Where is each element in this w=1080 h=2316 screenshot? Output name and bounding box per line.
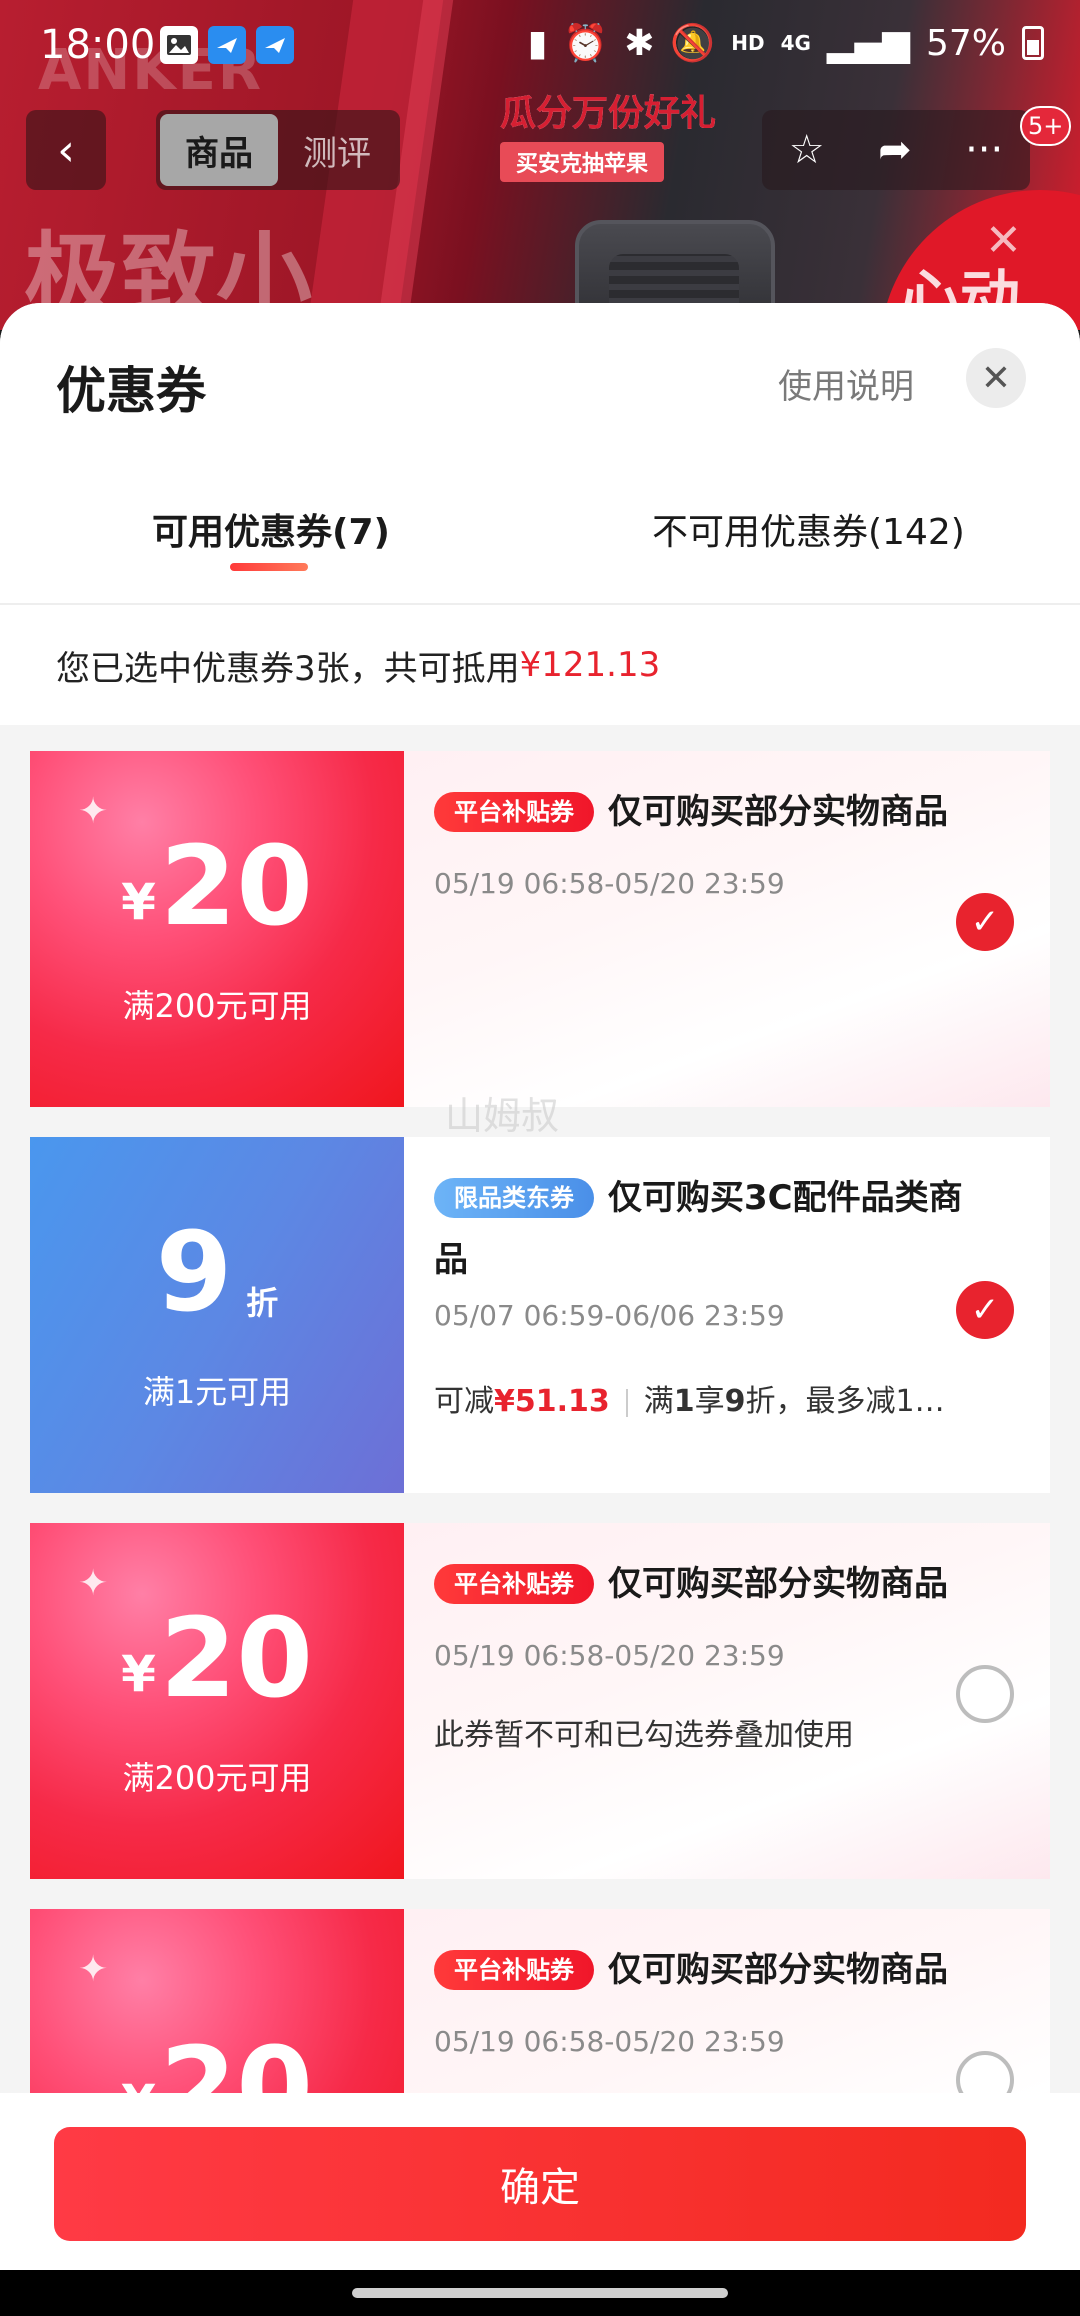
currency-symbol: ¥ — [121, 1645, 156, 1703]
sheet-header: 优惠券 使用说明 ✕ 可用优惠券(7) 不可用优惠券(142) — [0, 303, 1080, 603]
favorite-star-icon[interactable]: ☆ — [789, 127, 825, 173]
bluetooth-icon: ✱ — [624, 22, 655, 64]
sheet-title: 优惠券 — [56, 362, 206, 420]
confirm-button[interactable]: 确定 — [54, 2127, 1026, 2241]
selection-summary: 您已选中优惠券3张，共可抵用 ¥121.13 — [0, 605, 1080, 725]
battery-saver-icon: ▮ — [527, 22, 548, 64]
savings-prefix: 可减 — [434, 1384, 494, 1419]
coupon-checkbox-unchecked[interactable] — [956, 1665, 1014, 1723]
coupon-value-panel: ✦ ¥ 20 满200元可用 — [30, 1523, 404, 1879]
app-notification-icon — [256, 26, 294, 64]
discount-unit: 折 — [246, 1284, 279, 1322]
coupon-detail: 限品类东券 仅可购买3C配件品类商品 05/07 06:59-06/06 23:5… — [404, 1137, 1050, 1493]
separator — [625, 1388, 628, 1417]
coupon-validity: 05/19 06:58-05/20 23:59 — [434, 2025, 785, 2058]
status-time: 18:00 — [40, 22, 156, 68]
share-icon[interactable]: ➦ — [878, 127, 912, 173]
coupon-checkbox-checked[interactable]: ✓ — [956, 1281, 1014, 1339]
coupon-savings: 可减¥51.13 满1享9折，最多减1… — [434, 1376, 1050, 1420]
back-button[interactable]: ‹ — [26, 110, 106, 190]
sparkle-icon: ✦ — [78, 1563, 109, 1604]
promo-banner[interactable]: 瓜分万份好礼 买安克抽苹果 — [500, 84, 716, 182]
coupon-tag: 平台补贴券 — [434, 792, 594, 832]
coupon-validity: 05/19 06:58-05/20 23:59 — [434, 867, 785, 900]
rule-text: 折，最多减1… — [745, 1384, 945, 1419]
nav-actions: ☆ ➦ ··· — [762, 110, 1030, 190]
tab-unavailable-coupons[interactable]: 不可用优惠券(142) — [652, 503, 965, 555]
coupon-list: ✦ ¥ 20 满200元可用 平台补贴券 仅可购买部分实物商品 05/19 06:… — [0, 725, 1080, 2265]
message-badge: 5+ — [1020, 106, 1072, 146]
coupon-tag: 平台补贴券 — [434, 1564, 594, 1604]
chevron-left-icon: ‹ — [57, 124, 75, 176]
coupon-discount: 9 — [155, 1208, 233, 1336]
coupon-detail: 平台补贴券 仅可购买部分实物商品 05/19 06:58-05/20 23:59 … — [404, 1523, 1050, 1879]
tab-product[interactable]: 商品 — [160, 114, 278, 186]
notification-icons — [160, 26, 294, 64]
usage-instructions-link[interactable]: 使用说明 — [778, 359, 914, 408]
coupon-title: 仅可购买部分实物商品 — [608, 1564, 948, 1604]
coupon-tag: 平台补贴券 — [434, 1950, 594, 1990]
watermark-text: 山姆叔 — [445, 1094, 560, 1138]
mute-icon: 🔕 — [670, 23, 716, 64]
summary-amount: ¥121.13 — [519, 645, 661, 685]
coupon-condition: 满1元可用 — [142, 1373, 292, 1411]
sheet-footer: 确定 — [0, 2093, 1080, 2270]
savings-amount: ¥51.13 — [494, 1384, 610, 1419]
coupon-validity: 05/19 06:58-05/20 23:59 — [434, 1639, 785, 1672]
signal-icon: ▂▄▆ — [826, 22, 910, 64]
home-gesture-handle[interactable] — [352, 2288, 728, 2298]
sparkle-icon: ✦ — [78, 1949, 109, 1990]
battery-icon — [1022, 26, 1044, 60]
rule-text: 享 — [694, 1384, 725, 1419]
checkmark-icon: ✓ — [970, 1290, 1000, 1330]
coupon-condition: 满200元可用 — [122, 1759, 312, 1797]
app-notification-icon — [208, 26, 246, 64]
coupon-title: 仅可购买部分实物商品 — [608, 792, 948, 832]
checkmark-icon: ✓ — [970, 902, 1000, 942]
more-icon[interactable]: ··· — [965, 127, 1003, 173]
coupon-detail: 平台补贴券 仅可购买部分实物商品 05/19 06:58-05/20 23:59 … — [404, 751, 1050, 1107]
hd-indicator: HD — [731, 31, 765, 55]
system-nav-bar — [0, 2270, 1080, 2316]
product-tabs: 商品 测评 — [156, 110, 400, 190]
coupon-tag: 限品类东券 — [434, 1178, 594, 1218]
coupon-note: 此券暂不可和已勾选券叠加使用 — [434, 1718, 854, 1753]
coupon-amount: 20 — [159, 1594, 313, 1722]
coupon-checkbox-checked[interactable]: ✓ — [956, 893, 1014, 951]
coupon-value-panel: 9 折 满1元可用 — [30, 1137, 404, 1493]
rule-threshold: 1 — [673, 1384, 695, 1419]
rule-text: 满 — [643, 1384, 674, 1419]
status-right-icons: ▮ ⏰ ✱ 🔕 HD 4G ▂▄▆ 57% — [528, 22, 1044, 64]
status-bar: 18:00 ▮ ⏰ ✱ 🔕 HD 4G ▂▄▆ 57% — [0, 0, 1080, 96]
close-promo-icon[interactable]: ✕ — [985, 215, 1022, 266]
network-4g-indicator: 4G — [780, 31, 811, 55]
close-icon: ✕ — [980, 357, 1012, 399]
coupon-card[interactable]: ✦ ¥ 20 满200元可用 平台补贴券 仅可购买部分实物商品 05/19 06:… — [30, 1523, 1050, 1879]
alarm-icon: ⏰ — [563, 23, 609, 64]
tab-review[interactable]: 测评 — [278, 114, 396, 186]
coupon-amount: 20 — [159, 822, 313, 950]
coupon-title: 仅可购买部分实物商品 — [608, 1950, 948, 1990]
active-tab-indicator — [230, 563, 308, 571]
tab-available-coupons[interactable]: 可用优惠券(7) — [152, 503, 390, 555]
sparkle-icon: ✦ — [78, 791, 109, 832]
battery-percent: 57% — [925, 22, 1006, 64]
close-button[interactable]: ✕ — [966, 348, 1026, 408]
coupon-value-panel: ✦ ¥ 20 满200元可用 — [30, 751, 404, 1107]
coupon-sheet: 优惠券 使用说明 ✕ 可用优惠券(7) 不可用优惠券(142) 您已选中优惠券3… — [0, 303, 1080, 2270]
summary-text: 您已选中优惠券3张，共可抵用 — [56, 648, 520, 689]
currency-symbol: ¥ — [121, 873, 156, 931]
promo-subtitle: 买安克抽苹果 — [500, 142, 665, 182]
rule-discount: 9 — [724, 1384, 746, 1419]
coupon-card[interactable]: 9 折 满1元可用 限品类东券 仅可购买3C配件品类商品 05/07 06:59-… — [30, 1137, 1050, 1493]
coupon-condition: 满200元可用 — [122, 987, 312, 1025]
gallery-notification-icon — [160, 26, 198, 64]
coupon-card[interactable]: ✦ ¥ 20 满200元可用 平台补贴券 仅可购买部分实物商品 05/19 06:… — [30, 751, 1050, 1107]
